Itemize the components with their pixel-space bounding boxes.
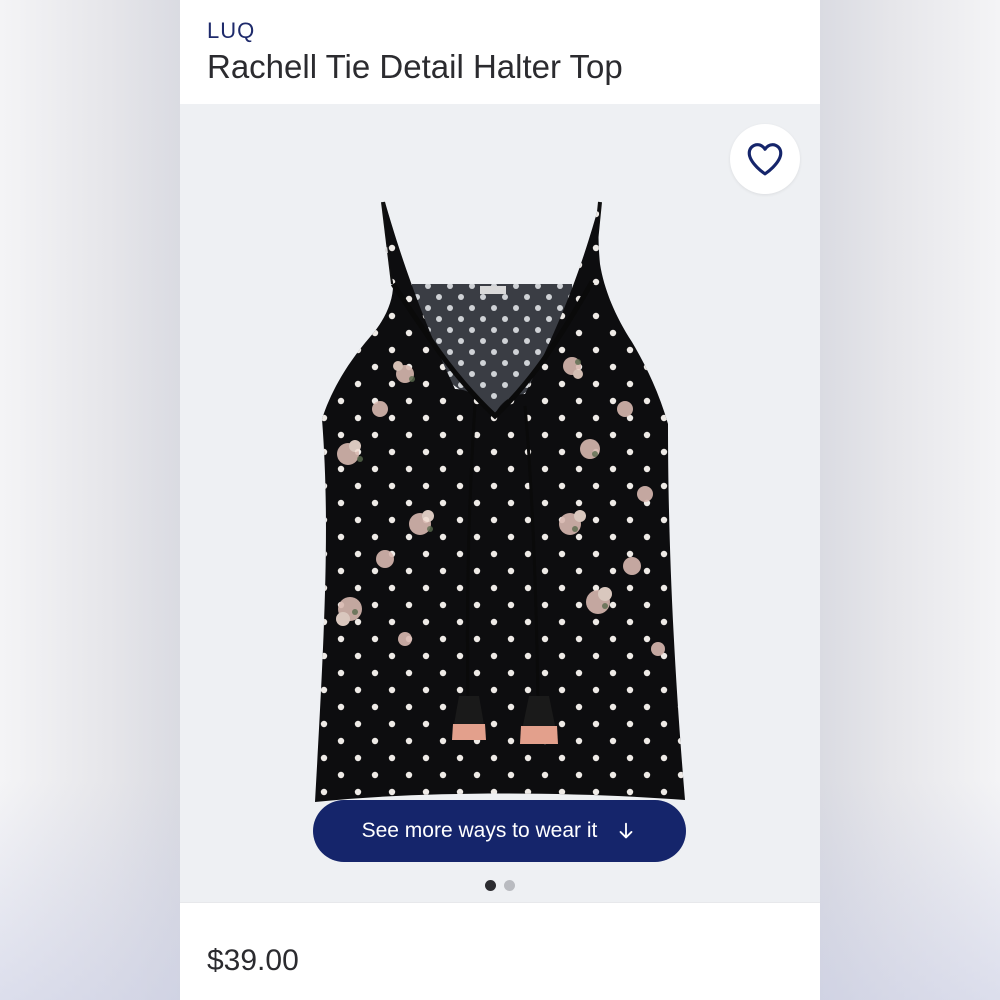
left-backdrop — [0, 0, 180, 1000]
product-card: LUQ Rachell Tie Detail Halter Top See mo… — [180, 0, 820, 1000]
brand-name[interactable]: LUQ — [207, 18, 255, 44]
product-title: Rachell Tie Detail Halter Top — [207, 48, 623, 85]
right-backdrop — [820, 0, 1000, 1000]
product-image-carousel[interactable]: See more ways to wear it — [180, 104, 820, 902]
arrow-down-icon — [619, 822, 633, 839]
carousel-dot-1[interactable] — [485, 880, 496, 891]
product-image — [315, 201, 685, 802]
carousel-dot-2[interactable] — [504, 880, 515, 891]
divider — [180, 902, 820, 903]
see-more-ways-button[interactable]: See more ways to wear it — [313, 800, 686, 862]
see-more-label: See more ways to wear it — [361, 819, 598, 842]
carousel-indicator — [180, 880, 820, 891]
favorite-button[interactable] — [730, 124, 800, 194]
product-price: $39.00 — [207, 944, 299, 977]
heart-outline-icon — [747, 143, 783, 176]
